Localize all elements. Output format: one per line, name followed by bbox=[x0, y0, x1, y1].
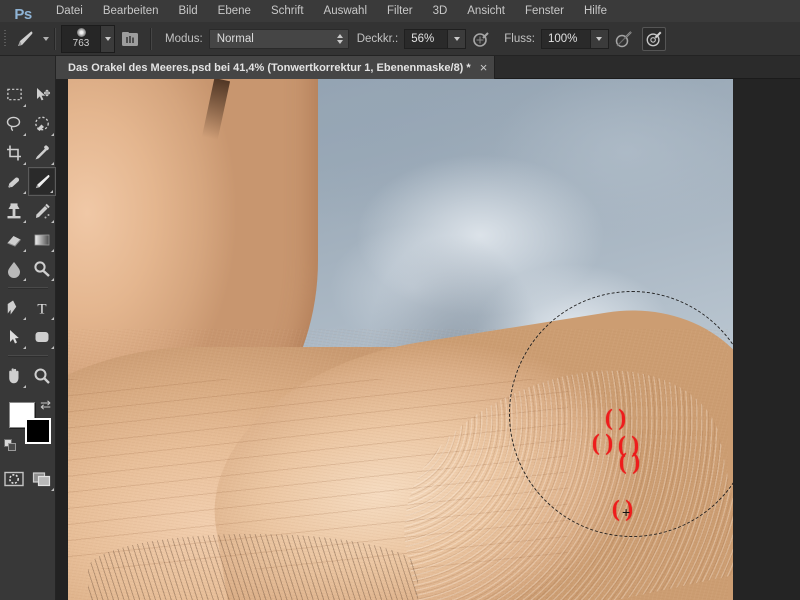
chevron-updown-icon bbox=[332, 34, 348, 44]
menu-item-schrift[interactable]: Schrift bbox=[261, 0, 314, 22]
document-tab[interactable]: Das Orakel des Meeres.psd bei 41,4% (Ton… bbox=[56, 56, 495, 79]
menu-item-bild[interactable]: Bild bbox=[168, 0, 207, 22]
default-colors-icon[interactable] bbox=[4, 439, 17, 452]
screen-mode-icon[interactable] bbox=[28, 464, 56, 493]
options-bar-grip[interactable] bbox=[0, 22, 9, 56]
brush-tool[interactable] bbox=[28, 167, 56, 196]
tool-row bbox=[0, 80, 56, 109]
spot-healing-brush-tool[interactable] bbox=[0, 167, 28, 196]
tool-row bbox=[0, 109, 56, 138]
blend-mode-value: Normal bbox=[210, 33, 332, 45]
flow-field-group: 100% bbox=[541, 29, 609, 49]
crop-tool[interactable] bbox=[0, 138, 28, 167]
color-swatches: ⇄ bbox=[0, 396, 56, 454]
document-tab-bar: Das Orakel des Meeres.psd bei 41,4% (Ton… bbox=[56, 56, 800, 79]
photoshop-window: Ps Datei Bearbeiten Bild Ebene Schrift A… bbox=[0, 0, 800, 600]
pen-tool[interactable] bbox=[0, 293, 28, 322]
opacity-field-group: 56% bbox=[404, 29, 466, 49]
tool-row: T bbox=[0, 293, 56, 322]
options-divider-1 bbox=[54, 28, 56, 50]
path-selection-tool[interactable] bbox=[0, 322, 28, 351]
svg-text:T: T bbox=[37, 301, 46, 317]
opacity-label: Deckkr.: bbox=[357, 33, 399, 45]
tool-row bbox=[0, 464, 56, 493]
eraser-tool[interactable] bbox=[0, 225, 28, 254]
history-brush-tool[interactable] bbox=[28, 196, 56, 225]
pressure-opacity-icon[interactable] bbox=[469, 27, 493, 51]
opacity-dropdown-arrow[interactable] bbox=[448, 29, 466, 49]
close-icon[interactable]: × bbox=[480, 63, 488, 73]
quick-selection-tool[interactable] bbox=[28, 109, 56, 138]
canvas-left-gutter bbox=[56, 79, 68, 600]
canvas-area[interactable]: ( ) ( ) ( ) ( ) ( ) + bbox=[56, 79, 800, 600]
menu-item-ansicht[interactable]: Ansicht bbox=[457, 0, 515, 22]
menu-item-auswahl[interactable]: Auswahl bbox=[314, 0, 377, 22]
brush-size-preview[interactable]: 763 bbox=[61, 25, 101, 53]
dodge-tool[interactable] bbox=[28, 254, 56, 283]
brush-tool-icon[interactable] bbox=[11, 24, 41, 54]
bottom-tool-row bbox=[0, 464, 56, 493]
hand-tool[interactable] bbox=[0, 361, 28, 390]
mode-label: Modus: bbox=[165, 33, 203, 45]
pressure-size-icon[interactable] bbox=[642, 27, 666, 51]
menu-item-datei[interactable]: Datei bbox=[46, 0, 93, 22]
document-tab-title: Das Orakel des Meeres.psd bei 41,4% (Ton… bbox=[68, 62, 471, 74]
tool-row bbox=[0, 254, 56, 283]
flow-dropdown-arrow[interactable] bbox=[591, 29, 609, 49]
tool-row bbox=[0, 322, 56, 351]
rectangle-shape-tool[interactable] bbox=[28, 322, 56, 351]
zoom-tool[interactable] bbox=[28, 361, 56, 390]
tool-row bbox=[0, 361, 56, 390]
menu-item-fenster[interactable]: Fenster bbox=[515, 0, 574, 22]
move-tool[interactable] bbox=[28, 80, 56, 109]
type-tool[interactable]: T bbox=[28, 293, 56, 322]
menu-item-hilfe[interactable]: Hilfe bbox=[574, 0, 617, 22]
canvas-right-workspace bbox=[733, 79, 800, 600]
menu-item-filter[interactable]: Filter bbox=[377, 0, 423, 22]
flow-label: Fluss: bbox=[504, 33, 535, 45]
brush-preset-picker-arrow[interactable] bbox=[101, 25, 115, 53]
flow-input[interactable]: 100% bbox=[541, 29, 591, 49]
tool-row bbox=[0, 167, 56, 196]
tool-row bbox=[0, 138, 56, 167]
tool-row bbox=[0, 196, 56, 225]
background-color-swatch[interactable] bbox=[25, 418, 51, 444]
blur-tool[interactable] bbox=[0, 254, 28, 283]
menu-item-ebene[interactable]: Ebene bbox=[208, 0, 261, 22]
brush-tool-preset-arrow[interactable] bbox=[43, 37, 49, 41]
tool-options-bar: 763 Modus: Normal Deckkr.: 56% bbox=[0, 22, 800, 56]
document-image[interactable]: ( ) ( ) ( ) ( ) ( ) + bbox=[68, 79, 733, 600]
menu-item-bearbeiten[interactable]: Bearbeiten bbox=[93, 0, 169, 22]
eyedropper-tool[interactable] bbox=[28, 138, 56, 167]
options-divider-2 bbox=[150, 28, 152, 50]
rectangular-marquee-tool[interactable] bbox=[0, 80, 28, 109]
clone-stamp-tool[interactable] bbox=[0, 196, 28, 225]
menu-bar: Ps Datei Bearbeiten Bild Ebene Schrift A… bbox=[0, 0, 800, 22]
tool-separator bbox=[8, 355, 48, 357]
tool-row bbox=[0, 225, 56, 254]
photoshop-logo: Ps bbox=[0, 0, 46, 22]
brush-size-value: 763 bbox=[73, 38, 90, 50]
tool-separator bbox=[8, 287, 48, 289]
quick-mask-icon[interactable] bbox=[0, 464, 28, 493]
lasso-tool[interactable] bbox=[0, 109, 28, 138]
brush-tip-dot bbox=[77, 28, 86, 37]
menu-item-3d[interactable]: 3D bbox=[423, 0, 458, 22]
blend-mode-select[interactable]: Normal bbox=[209, 29, 349, 49]
airbrush-icon[interactable] bbox=[612, 27, 636, 51]
gradient-tool[interactable] bbox=[28, 225, 56, 254]
tools-panel: T bbox=[0, 56, 56, 600]
brush-panel-icon[interactable] bbox=[118, 27, 142, 51]
swap-colors-icon[interactable]: ⇄ bbox=[40, 398, 51, 411]
opacity-input[interactable]: 56% bbox=[404, 29, 448, 49]
